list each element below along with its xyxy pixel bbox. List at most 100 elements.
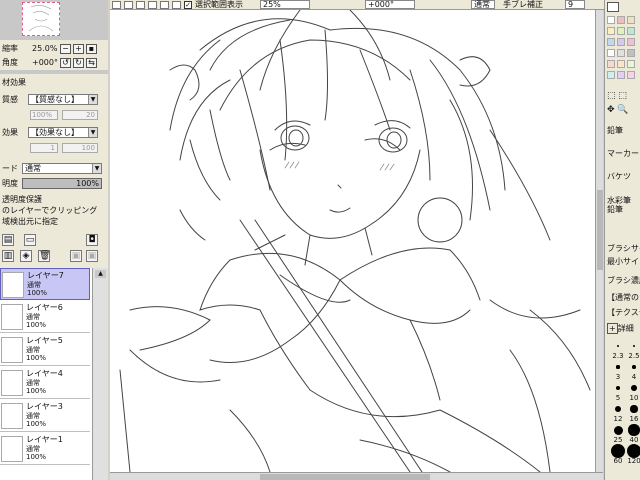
brush-size-dot[interactable] <box>616 344 620 348</box>
layer-row[interactable]: レイヤー1 通常 100% <box>0 433 90 465</box>
brush-size-dot[interactable] <box>628 424 640 436</box>
layer-row[interactable]: レイヤー7 通常 100% <box>0 268 90 300</box>
color-swatch[interactable] <box>617 49 625 57</box>
color-swatch[interactable] <box>617 38 625 46</box>
texture-scale[interactable]: 100% <box>30 110 58 120</box>
blend-mode-field[interactable]: 通常 <box>471 0 495 9</box>
color-swatch[interactable] <box>627 71 635 79</box>
zoom-in-button[interactable]: + <box>73 44 84 54</box>
move-zoom-icon[interactable]: ✥ 🔍 <box>607 106 629 115</box>
effect-width[interactable]: 1 <box>30 143 58 153</box>
effect-select[interactable]: 【効果なし】 ▼ <box>28 127 98 138</box>
option-protect-alpha[interactable]: 透明度保護 <box>2 194 42 205</box>
brush-size-dot[interactable] <box>632 344 636 348</box>
brush-size-dot[interactable] <box>630 405 638 413</box>
color-swatch[interactable] <box>607 60 615 68</box>
color-swatch[interactable] <box>617 71 625 79</box>
layer-mode: 通常 <box>26 412 40 420</box>
transfer-down-icon[interactable]: ◈ <box>20 250 32 262</box>
stabilizer-label: 手ブレ補正 <box>503 0 543 9</box>
new-layer-icon[interactable]: ▤ <box>2 234 14 246</box>
layer-row[interactable]: レイヤー5 通常 100% <box>0 334 90 366</box>
zoom-reset-button[interactable]: ▪ <box>86 44 97 54</box>
horizontal-scrollbar[interactable] <box>110 472 603 480</box>
effect-strength[interactable]: 100 <box>62 143 98 153</box>
flip-button[interactable]: ⇆ <box>86 58 97 68</box>
vertical-scrollbar[interactable] <box>595 10 603 472</box>
splitter[interactable] <box>0 70 108 74</box>
color-swatch[interactable] <box>607 49 615 57</box>
color-swatch[interactable] <box>617 16 625 24</box>
rotate-right-button[interactable]: ↻ <box>73 58 84 68</box>
layer-row[interactable]: レイヤー6 通常 100% <box>0 301 90 333</box>
select-tools-icon[interactable]: ⬚ ⬚ <box>607 92 627 101</box>
rotate-left-button[interactable]: ↺ <box>60 58 71 68</box>
mask-icon[interactable]: ◘ <box>86 234 98 246</box>
toolbar-button[interactable] <box>136 1 145 9</box>
color-swatch[interactable] <box>607 38 615 46</box>
brush-size-dot[interactable] <box>614 405 622 413</box>
color-swatch[interactable] <box>617 60 625 68</box>
scroll-up-icon[interactable]: ▲ <box>95 270 106 278</box>
brush-size-label: 4 <box>631 373 637 381</box>
window-icon[interactable] <box>607 2 619 12</box>
toolbar-button[interactable] <box>124 1 133 9</box>
color-swatch[interactable] <box>627 27 635 35</box>
plus-icon[interactable]: + <box>607 323 618 334</box>
tool-pencil[interactable]: 鉛筆 <box>607 126 623 135</box>
stabilizer-field[interactable]: 9 <box>565 0 585 9</box>
navigator-thumbnail[interactable] <box>22 2 60 36</box>
layer-mode-select[interactable]: 通常 ▼ <box>22 163 102 174</box>
brush-size-dot[interactable] <box>613 425 623 435</box>
trash-icon[interactable]: 🗑 <box>38 250 50 262</box>
color-swatch[interactable] <box>607 27 615 35</box>
brush-size-dot[interactable] <box>616 365 620 369</box>
tool-pencil-2[interactable]: 鉛筆 <box>607 205 623 214</box>
tool-bucket[interactable]: バケツ <box>607 172 631 181</box>
brush-size-dot[interactable] <box>611 444 625 458</box>
brush-size-dot[interactable] <box>627 444 640 458</box>
zoom-field[interactable]: 25% <box>260 0 310 9</box>
canvas[interactable] <box>110 10 603 472</box>
option-selection-source[interactable]: 域検出元に指定 <box>2 216 58 227</box>
tool-marker[interactable]: マーカー <box>607 149 639 158</box>
color-swatch[interactable] <box>617 27 625 35</box>
new-folder-icon[interactable]: ▭ <box>24 234 36 246</box>
brush-size-dot[interactable] <box>631 385 637 391</box>
texture-select[interactable]: 【テクスチ <box>607 308 640 317</box>
toolbar-button[interactable] <box>172 1 181 9</box>
toolbar-button[interactable] <box>160 1 169 9</box>
brush-size-label: ブラシサイ <box>607 244 640 253</box>
tool-watercolor[interactable]: 水彩筆 <box>607 196 631 205</box>
color-swatch[interactable] <box>627 49 635 57</box>
angle-field[interactable]: +000° <box>365 0 415 9</box>
merge-all-icon[interactable]: ▣ <box>86 250 98 262</box>
zoom-out-button[interactable]: − <box>60 44 71 54</box>
layer-scrollbar[interactable]: ▲ <box>92 268 108 480</box>
normal-select[interactable]: 【通常の <box>607 293 639 302</box>
layer-name: レイヤー6 <box>26 303 63 312</box>
opacity-slider[interactable]: 100% <box>22 178 102 189</box>
brush-size-dot[interactable] <box>615 385 620 390</box>
texture-select-value: 【質感なし】 <box>31 95 79 104</box>
scroll-thumb[interactable] <box>597 190 603 270</box>
layer-row[interactable]: レイヤー4 通常 100% <box>0 367 90 399</box>
navigator[interactable] <box>0 0 108 40</box>
color-swatch[interactable] <box>627 16 635 24</box>
layer-mode-value: 通常 <box>25 164 41 173</box>
brush-size-dot[interactable] <box>632 365 636 369</box>
option-clipping[interactable]: のレイヤーでクリッピング <box>2 205 97 216</box>
toolbar-button[interactable] <box>112 1 121 9</box>
scroll-thumb[interactable] <box>260 474 430 480</box>
merge-icon[interactable]: ▣ <box>70 250 82 262</box>
color-swatch[interactable] <box>627 60 635 68</box>
toolbar-button[interactable] <box>148 1 157 9</box>
texture-strength[interactable]: 20 <box>62 110 98 120</box>
layer-row[interactable]: レイヤー3 通常 100% <box>0 400 90 432</box>
color-swatch[interactable] <box>607 71 615 79</box>
color-swatch[interactable] <box>607 16 615 24</box>
clear-layer-icon[interactable]: ▥ <box>2 250 14 262</box>
texture-select[interactable]: 【質感なし】 ▼ <box>28 94 98 105</box>
color-swatch[interactable] <box>627 38 635 46</box>
selection-checkbox[interactable]: ✓ <box>184 1 192 9</box>
